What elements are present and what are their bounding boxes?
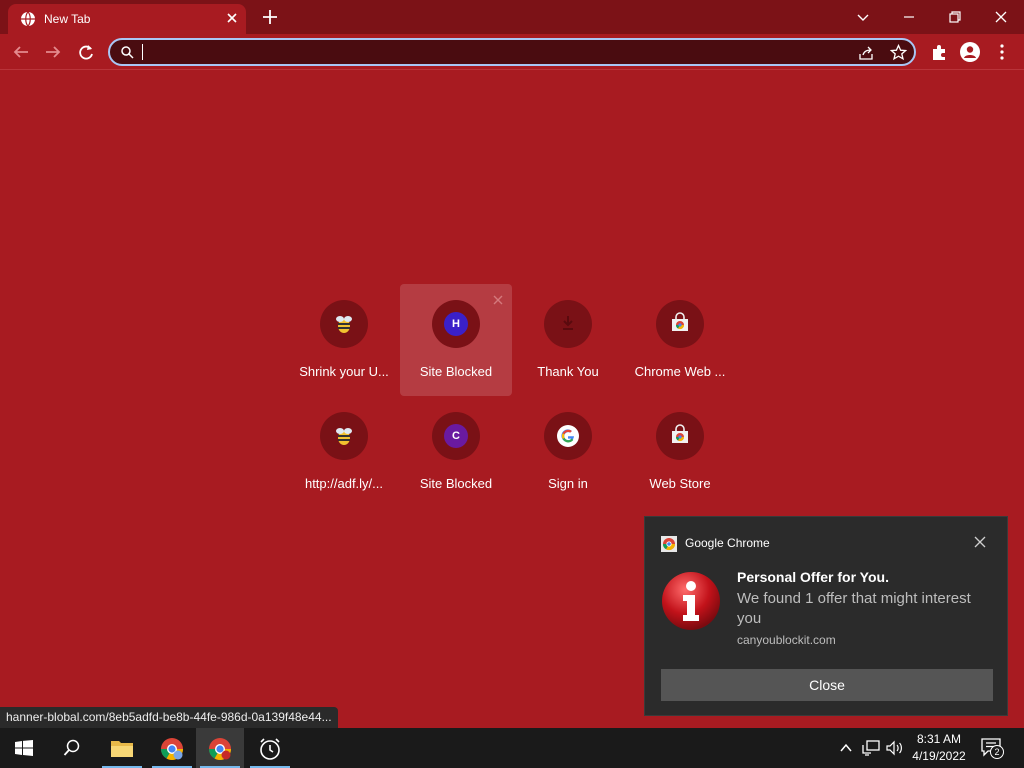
new-tab-button[interactable] xyxy=(260,7,280,27)
shortcut-tile[interactable]: Shrink your U... xyxy=(288,284,400,396)
shortcut-label: Chrome Web ... xyxy=(634,364,726,379)
notification-close-button[interactable]: Close xyxy=(661,669,993,701)
extensions-puzzle-icon[interactable] xyxy=(928,41,950,63)
taskbar: 8:31 AM 4/19/2022 2 xyxy=(0,728,1024,768)
alarm-clock-icon xyxy=(260,738,280,760)
clock-time: 8:31 AM xyxy=(916,732,962,746)
shortcut-tile[interactable]: Sign in xyxy=(512,396,624,508)
notification-count-badge: 2 xyxy=(990,745,1004,759)
alarms-clock-button[interactable] xyxy=(246,728,294,768)
google-icon xyxy=(557,425,579,447)
close-notification-icon[interactable] xyxy=(973,535,987,549)
chrome-web-store-icon xyxy=(672,424,688,443)
clock-date: 4/19/2022 xyxy=(912,749,966,763)
shortcut-icon-bg xyxy=(656,412,704,460)
shortcut-tile[interactable]: Web Store xyxy=(624,396,736,508)
text-cursor xyxy=(142,44,143,60)
back-arrow-icon[interactable] xyxy=(10,41,32,63)
shortcut-label: Sign in xyxy=(548,476,588,491)
notification-toast: Google Chrome Personal Offer for You. We… xyxy=(644,516,1008,716)
title-bar: New Tab xyxy=(0,0,1024,34)
tab-title: New Tab xyxy=(44,12,91,26)
toolbar xyxy=(0,34,1024,70)
notification-app-name: Google Chrome xyxy=(685,536,770,550)
close-tab-icon[interactable] xyxy=(224,10,240,26)
minimize-button[interactable] xyxy=(898,6,920,28)
letter-c-icon: C xyxy=(444,424,468,448)
shortcut-label: http://adf.ly/... xyxy=(304,476,384,491)
shortcut-tile[interactable]: H Site Blocked xyxy=(400,284,512,396)
shortcut-icon-bg: H xyxy=(432,300,480,348)
start-button[interactable] xyxy=(0,728,48,768)
shortcut-icon-bg xyxy=(544,300,592,348)
shortcut-label: Web Store xyxy=(649,476,711,491)
folder-icon xyxy=(111,741,133,757)
notification-body: We found 1 offer that might interest you xyxy=(737,590,971,627)
address-bar[interactable] xyxy=(108,38,916,66)
notification-title: Personal Offer for You. xyxy=(737,569,889,585)
chrome-logo-icon xyxy=(161,738,183,760)
shortcut-label: Thank You xyxy=(537,364,599,379)
volume-icon[interactable] xyxy=(886,740,904,756)
reload-icon[interactable] xyxy=(75,41,97,63)
network-icon[interactable] xyxy=(862,740,880,756)
file-explorer-button[interactable] xyxy=(98,728,146,768)
forward-arrow-icon[interactable] xyxy=(42,41,64,63)
shortcut-tile[interactable]: Chrome Web ... xyxy=(624,284,736,396)
search-button[interactable] xyxy=(48,728,96,768)
action-center-button[interactable]: 2 xyxy=(980,737,1004,759)
shortcut-label: Site Blocked xyxy=(419,364,493,379)
bee-icon xyxy=(336,316,352,333)
shortcut-icon-bg xyxy=(656,300,704,348)
restore-button[interactable] xyxy=(944,6,966,28)
globe-icon xyxy=(21,11,35,27)
status-url-bubble: hanner-blobal.com/8eb5adfd-be8b-44fe-986… xyxy=(0,707,338,728)
windows-logo-icon xyxy=(15,740,33,756)
system-clock[interactable]: 8:31 AM 4/19/2022 xyxy=(908,731,970,765)
shortcut-icon-bg xyxy=(544,412,592,460)
letter-h-icon: H xyxy=(444,312,468,336)
chrome-web-store-icon xyxy=(672,312,688,331)
search-icon xyxy=(121,46,134,59)
shortcut-icon-bg: C xyxy=(432,412,480,460)
chrome-logo-icon xyxy=(209,738,231,760)
remove-shortcut-icon[interactable] xyxy=(492,294,504,306)
shortcut-icon-bg xyxy=(320,300,368,348)
chrome-taskbar-button-active[interactable] xyxy=(196,728,244,768)
notification-source: canyoublockit.com xyxy=(737,633,836,647)
bee-icon xyxy=(336,428,352,445)
shortcut-tile[interactable]: http://adf.ly/... xyxy=(288,396,400,508)
tab-new-tab[interactable]: New Tab xyxy=(8,4,246,34)
shortcut-label: Shrink your U... xyxy=(299,364,389,379)
profile-avatar-icon[interactable] xyxy=(959,41,981,63)
download-icon xyxy=(563,316,573,330)
show-hidden-icons-chevron-icon[interactable] xyxy=(838,741,854,755)
bookmark-star-icon[interactable] xyxy=(890,44,907,61)
search-icon xyxy=(63,739,80,756)
share-icon[interactable] xyxy=(858,45,874,61)
shortcut-tile[interactable]: Thank You xyxy=(512,284,624,396)
shortcut-icon-bg xyxy=(320,412,368,460)
close-window-button[interactable] xyxy=(990,6,1012,28)
shortcut-label: Site Blocked xyxy=(419,476,493,491)
shortcut-tile[interactable]: C Site Blocked xyxy=(400,396,512,508)
chrome-taskbar-button[interactable] xyxy=(148,728,196,768)
menu-kebab-icon[interactable] xyxy=(991,41,1013,63)
info-icon xyxy=(662,572,720,630)
tab-search-icon[interactable] xyxy=(852,6,874,28)
chrome-logo-icon xyxy=(661,536,677,552)
